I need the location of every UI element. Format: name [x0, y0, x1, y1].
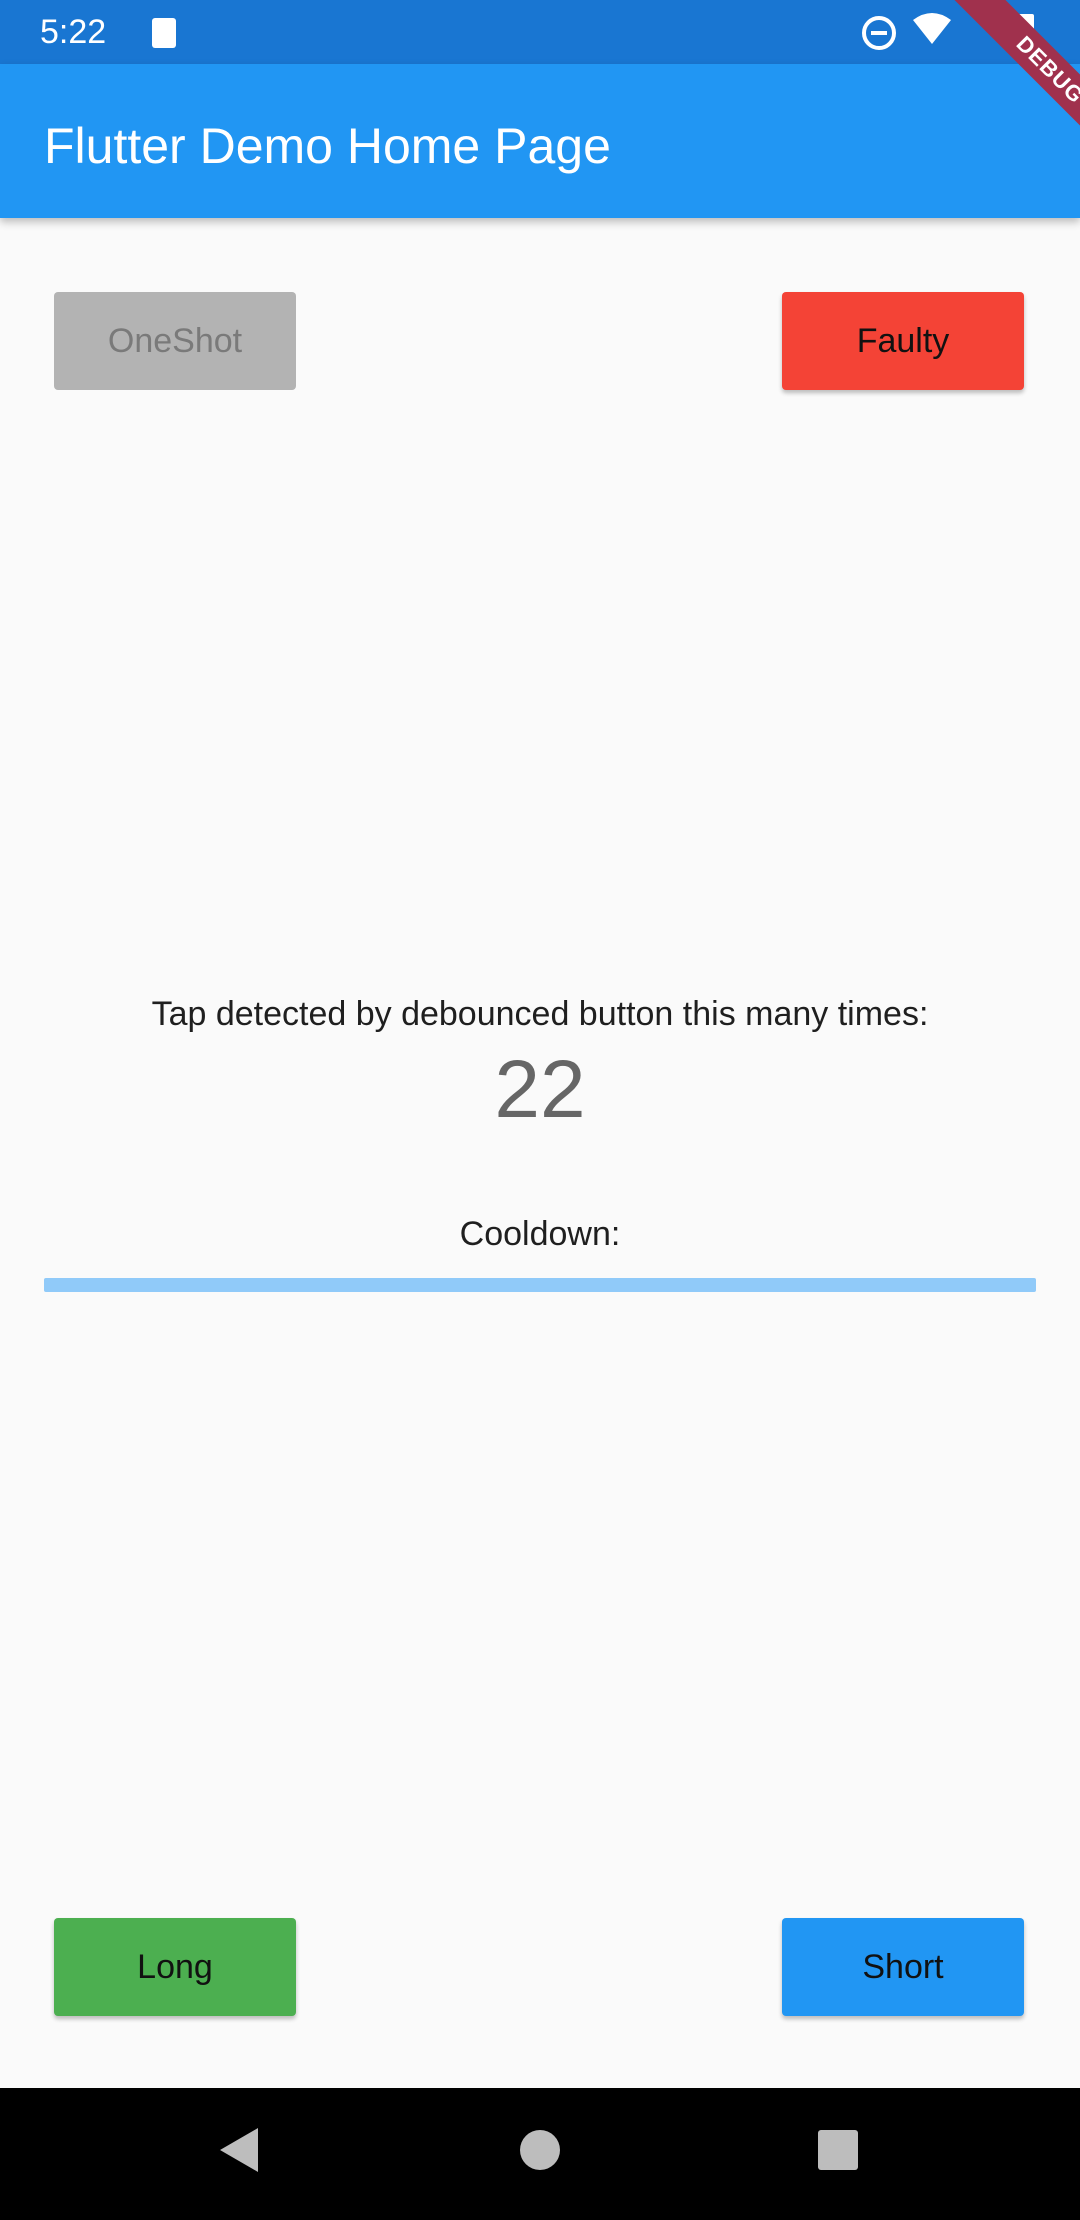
- home-icon[interactable]: [520, 2130, 560, 2170]
- counter-label: Tap detected by debounced button this ma…: [151, 995, 929, 1033]
- counter-value: 22: [494, 1044, 586, 1135]
- wifi-icon: [913, 13, 951, 44]
- recents-icon[interactable]: [818, 2130, 858, 2170]
- cooldown-progress-bar: [44, 1278, 1036, 1292]
- sd-card-icon: [152, 18, 176, 48]
- status-time: 5:22: [40, 13, 107, 51]
- cooldown-label: Cooldown:: [459, 1215, 621, 1253]
- back-icon[interactable]: [220, 2128, 258, 2172]
- status-bar: 5:22: [0, 0, 1080, 64]
- oneshot-button[interactable]: OneShot: [54, 292, 296, 390]
- navigation-bar: [0, 2088, 1080, 2220]
- faulty-button[interactable]: Faulty: [782, 292, 1024, 390]
- app-title: Flutter Demo Home Page: [44, 118, 611, 174]
- do-not-disturb-icon: [862, 16, 896, 50]
- long-button[interactable]: Long: [54, 1918, 296, 2016]
- battery-icon: [1016, 14, 1034, 50]
- short-button[interactable]: Short: [782, 1918, 1024, 2016]
- app-bar: Flutter Demo Home Page: [0, 64, 1080, 218]
